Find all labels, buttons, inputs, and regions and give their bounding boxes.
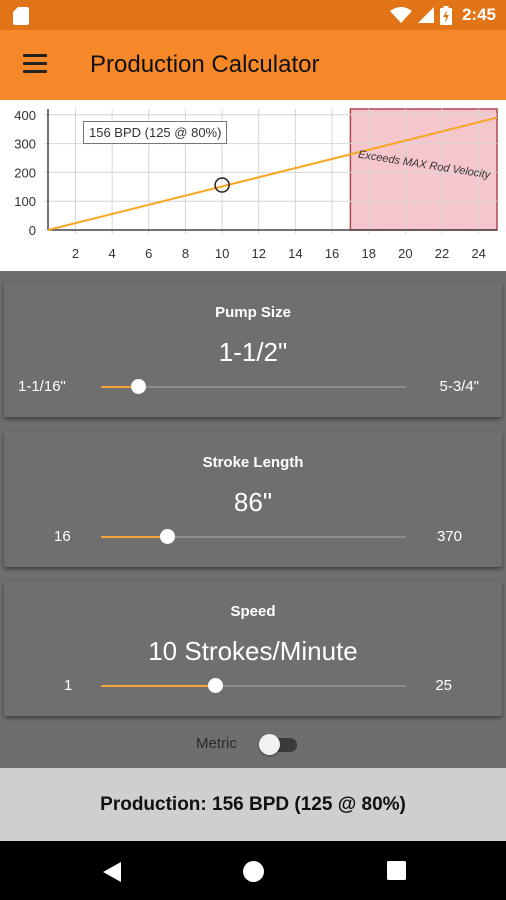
speed-slider-thumb[interactable] — [208, 678, 224, 693]
pump-size-slider[interactable] — [101, 379, 406, 394]
home-icon[interactable] — [243, 861, 264, 882]
back-icon[interactable] — [102, 861, 122, 883]
y-tick-label: 0 — [29, 223, 36, 238]
speed-min-label: 1 — [64, 677, 73, 694]
metric-label: Metric — [196, 735, 237, 752]
x-tick-label: 14 — [288, 246, 302, 261]
x-tick-label: 18 — [361, 246, 375, 261]
production-chart: 2 4 6 8 10 12 14 16 18 20 22 24 0 100 200 300 400 Exceeds… — [0, 100, 506, 271]
battery-charging-icon — [439, 5, 452, 25]
y-tick-label: 200 — [14, 165, 36, 180]
pump-size-value: 1-1/2" — [218, 337, 288, 367]
pump-size-card: Pump Size 1-1/2" 1-1/16" 5-3/4" — [4, 282, 502, 417]
recents-icon[interactable] — [387, 861, 406, 880]
status-bar: 2:45 — [0, 0, 506, 30]
wifi-icon — [389, 7, 412, 23]
speed-max-label: 25 — [435, 677, 452, 694]
metric-row: Metric — [0, 733, 506, 755]
production-bar: Production: 156 BPD (125 @ 80%) — [0, 768, 506, 841]
stroke-length-value: 86" — [233, 487, 273, 517]
status-icons: 2:45 — [389, 0, 496, 30]
x-tick-label: 20 — [398, 246, 412, 261]
signal-icon — [417, 7, 434, 23]
pump-size-max-label: 5-3/4" — [439, 378, 479, 395]
speed-slider[interactable] — [101, 678, 406, 693]
pump-size-slider-thumb[interactable] — [130, 379, 146, 394]
x-tick-label: 8 — [182, 246, 189, 261]
stroke-length-max-label: 370 — [436, 528, 462, 545]
x-tick-label: 22 — [435, 246, 449, 261]
speed-value: 10 Strokes/Minute — [148, 636, 358, 666]
status-time: 2:45 — [461, 5, 496, 24]
sd-card-icon — [13, 7, 29, 25]
x-tick-label: 12 — [252, 246, 266, 261]
navigation-bar — [0, 841, 506, 900]
speed-slider-fill — [101, 685, 216, 687]
production-result: Production: 156 BPD (125 @ 80%) — [100, 794, 406, 815]
metric-toggle[interactable] — [259, 734, 299, 755]
chart-tooltip: 156 BPD (125 @ 80%) — [83, 121, 228, 144]
x-tick-label: 4 — [109, 246, 116, 261]
y-tick-label: 400 — [14, 108, 36, 123]
speed-title: Speed — [230, 603, 276, 620]
stroke-length-min-label: 16 — [54, 528, 71, 545]
stroke-length-title: Stroke Length — [202, 454, 304, 471]
x-tick-label: 2 — [72, 246, 79, 261]
pump-size-title: Pump Size — [215, 304, 291, 321]
app-bar: Production Calculator — [0, 30, 506, 100]
x-tick-label: 24 — [471, 246, 485, 261]
stroke-length-slider-thumb[interactable] — [159, 529, 175, 544]
speed-card: Speed 10 Strokes/Minute 1 25 — [4, 581, 502, 716]
stroke-length-slider[interactable] — [101, 529, 406, 544]
chart-svg: 2 4 6 8 10 12 14 16 18 20 22 240100200300400Exceeds… — [14, 108, 498, 261]
menu-icon[interactable] — [23, 54, 47, 74]
app-title: Production Calculator — [90, 51, 320, 78]
x-tick-label: 10 — [215, 246, 229, 261]
stroke-length-slider-fill — [101, 536, 167, 538]
x-tick-label: 6 — [145, 246, 152, 261]
y-tick-label: 300 — [14, 137, 36, 152]
y-tick-label: 100 — [14, 194, 36, 209]
metric-toggle-knob — [259, 734, 280, 755]
stroke-length-card: Stroke Length 86" 16 370 — [4, 432, 502, 567]
x-tick-label: 16 — [325, 246, 339, 261]
pump-size-min-label: 1-1/16" — [18, 378, 66, 395]
